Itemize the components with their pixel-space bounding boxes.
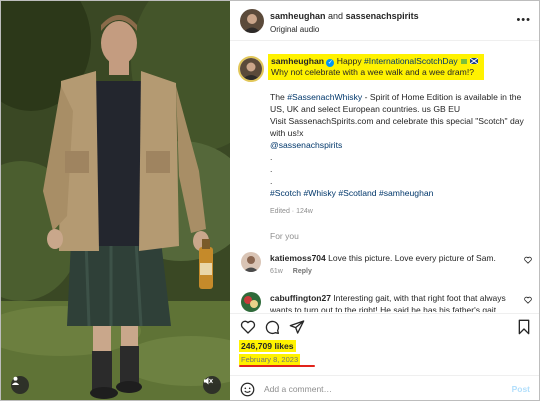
mute-button[interactable] (203, 376, 221, 394)
user-icon (11, 376, 20, 385)
more-horizontal-icon: ••• (516, 14, 531, 26)
mention-sassenachspirits[interactable]: @sassenachspirits (270, 139, 536, 151)
comment-username[interactable]: cabuffington27 (270, 293, 331, 303)
post-authors: samheughan and sassenachspirits (270, 11, 419, 21)
hashtag-sassenach-whisky[interactable]: #SassenachWhisky (287, 92, 362, 102)
post-details-panel: samheughan and sassenachspirits Original… (230, 1, 539, 400)
audio-link[interactable]: Original audio (270, 25, 319, 34)
speaker-muted-icon (204, 377, 213, 385)
likes-count[interactable]: 246,709 likes (239, 340, 296, 352)
comment-item: cabuffington27 Interesting gait, with th… (230, 289, 539, 312)
more-options-button[interactable]: ••• (516, 14, 531, 26)
comment-avatar[interactable] (241, 292, 261, 312)
comment-body: Love this picture. Love every picture of… (328, 253, 496, 263)
bookmark-icon[interactable] (517, 319, 531, 335)
comment-username[interactable]: katiemoss704 (270, 253, 326, 263)
caption-highlighted-intro: samheughan ✓ Happy #InternationalScotchD… (268, 54, 484, 80)
hashtag-samheughan[interactable]: #samheughan (379, 188, 433, 198)
smile-icon[interactable] (240, 382, 255, 397)
reply-button[interactable]: Reply (293, 268, 312, 275)
heart-icon[interactable] (240, 319, 256, 335)
hashtag-scotland[interactable]: #Scotland (338, 188, 376, 198)
date-underline-annotation (239, 365, 315, 367)
author-avatar[interactable] (240, 9, 264, 33)
whisky-glass-emoji-icon (461, 59, 468, 64)
tagged-users-button[interactable] (11, 376, 29, 394)
comment-icon[interactable] (264, 319, 280, 335)
post-video[interactable] (1, 1, 230, 400)
author-username[interactable]: samheughan (270, 11, 326, 21)
for-you-label: For you (270, 231, 299, 241)
caption-body-line-3: Visit SassenachSpirits.com and celebrate… (270, 116, 524, 126)
authors-joiner: and (328, 11, 344, 21)
comment-age: 61w (270, 268, 283, 275)
post-action-bar (230, 313, 539, 339)
post-comment-button[interactable]: Post (512, 384, 530, 394)
comment-text: cabuffington27 Interesting gait, with th… (270, 292, 516, 312)
caption-dot-1: . (270, 152, 273, 162)
verified-badge-icon: ✓ (326, 59, 335, 67)
caption-author-avatar[interactable] (238, 56, 264, 82)
comment-like-heart-icon[interactable] (524, 296, 532, 304)
share-icon[interactable] (289, 319, 305, 335)
caption-body-line-2: US, UK and select European countries. us… (270, 104, 461, 114)
collaborator-username[interactable]: sassenachspirits (346, 11, 419, 21)
comment-avatar[interactable] (241, 252, 261, 272)
caption-body: The #SassenachWhisky - Spirit of Home Ed… (270, 91, 536, 199)
caption-body-line-1: The #SassenachWhisky - Spirit of Home Ed… (270, 91, 536, 103)
caption-dot-3: . (270, 176, 273, 186)
caption-username[interactable]: samheughan (271, 56, 324, 66)
caption-edited-timestamp: Edited · 124w (270, 208, 313, 215)
hashtag-whisky[interactable]: #Whisky (303, 188, 335, 198)
post-header: samheughan and sassenachspirits Original… (230, 1, 539, 41)
caption-body-1-post: - Spirit of Home Edition is available in… (364, 92, 522, 102)
scotland-flag-emoji-icon (470, 58, 479, 64)
caption-body-line-4: with us!x (270, 128, 304, 138)
caption-dot-2: . (270, 164, 273, 174)
caption-line1-prefix: Happy (336, 56, 362, 66)
comment-input[interactable] (264, 382, 494, 396)
hashtag-scotch[interactable]: #Scotch (270, 188, 301, 198)
caption-body-1-pre: The (270, 92, 285, 102)
comment-meta: 61w Reply (270, 268, 312, 275)
post-date[interactable]: February 8, 2023 (239, 354, 301, 365)
video-frame-image (1, 1, 230, 400)
add-comment-bar: Post (230, 375, 539, 400)
comment-like-heart-icon[interactable] (524, 256, 532, 264)
comment-item: katiemoss704 Love this picture. Love eve… (230, 249, 539, 283)
hashtag-international-scotch-day[interactable]: #InternationalScotchDay (364, 56, 458, 66)
comment-text: katiemoss704 Love this picture. Love eve… (270, 252, 516, 264)
instagram-post-modal: samheughan and sassenachspirits Original… (0, 0, 540, 401)
caption-hashtags: #Scotch #Whisky #Scotland #samheughan (270, 187, 536, 199)
caption-line2: Why not celebrate with a wee walk and a … (271, 67, 475, 77)
comments-section[interactable]: samheughan ✓ Happy #InternationalScotchD… (230, 42, 539, 312)
